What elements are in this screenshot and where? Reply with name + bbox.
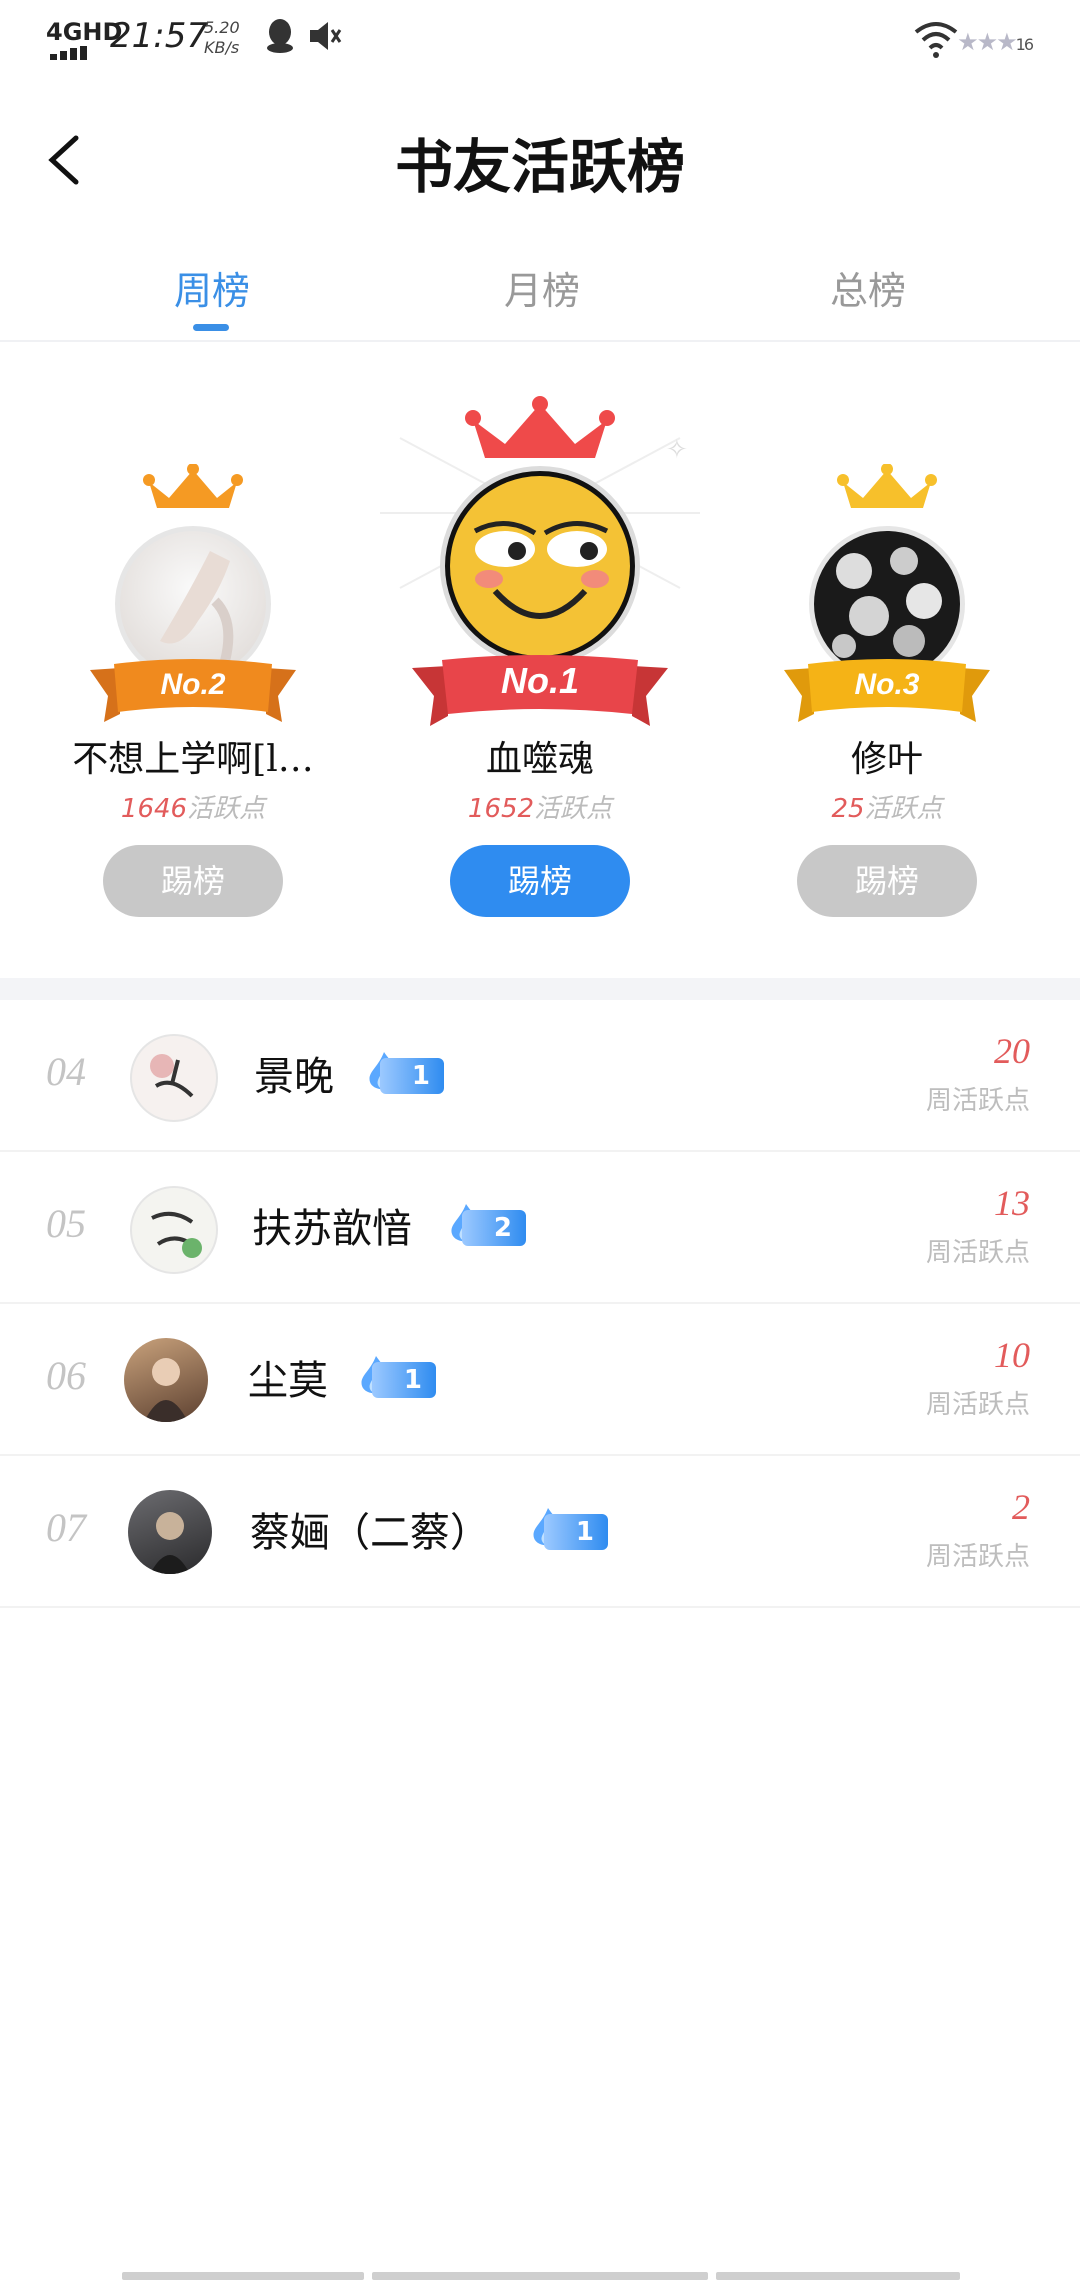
score-label: 周活跃点 — [925, 1542, 1030, 1572]
wifi-icon — [914, 20, 958, 60]
podium-rank-1: ✧ No.1 血噬魂 1652活跃点 踢榜 — [375, 340, 705, 980]
mute-icon — [306, 18, 342, 63]
podium-rank-2: No.2 不想上学啊[l… 1646活跃点 踢榜 — [28, 340, 358, 980]
rank-number: 07 — [46, 1505, 86, 1550]
crown-icon — [465, 396, 615, 458]
user-name: 尘莫 — [248, 1358, 328, 1404]
rank-number: 04 — [46, 1049, 86, 1094]
podium: No.2 不想上学啊[l… 1646活跃点 踢榜 ✧ No.1 血噬魂 1652… — [0, 340, 1080, 980]
list-item[interactable]: 07 蔡婳（二蔡） 1 2 周活跃点 — [0, 1456, 1080, 1608]
status-bar: 4GHD 21:57 5.20 KB/s ★★★16 — [0, 0, 1080, 80]
tab-indicator — [193, 324, 229, 331]
signal-icon — [50, 46, 96, 60]
podium-points: 1652活跃点 — [467, 794, 613, 824]
score-label: 周活跃点 — [925, 1238, 1030, 1268]
podium-rank-3: No.3 修叶 25活跃点 踢榜 — [722, 340, 1052, 980]
list-item[interactable]: 06 尘莫 1 10 周活跃点 — [0, 1304, 1080, 1456]
activity-badge: 1 — [528, 1508, 610, 1552]
activity-badge: 1 — [356, 1356, 438, 1400]
rank-number: 06 — [46, 1353, 86, 1398]
podium-points: 1646活跃点 — [120, 794, 266, 824]
podium-user-name: 血噬魂 — [485, 739, 594, 780]
svg-text:✧: ✧ — [666, 435, 688, 465]
avatar[interactable] — [130, 1186, 218, 1274]
user-name: 扶苏歆愔 — [252, 1206, 412, 1252]
app-header: 书友活跃榜 — [0, 100, 1080, 220]
score-value: 10 — [994, 1335, 1030, 1375]
tab-weekly[interactable]: 周榜 — [112, 260, 312, 315]
page-title: 书友活跃榜 — [394, 133, 685, 201]
rank-label: No.3 — [854, 668, 920, 701]
bottom-nav-hint — [0, 2268, 1080, 2280]
kick-button[interactable]: 踢榜 — [103, 845, 283, 917]
ranking-tabs: 周榜 月榜 总榜 — [0, 250, 1080, 342]
score-value: 2 — [1012, 1487, 1030, 1527]
podium-user-name: 修叶 — [850, 739, 923, 780]
avatar[interactable] — [130, 1034, 218, 1122]
kick-button[interactable]: 踢榜 — [450, 845, 630, 917]
list-item[interactable]: 05 扶苏歆愔 2 13 周活跃点 — [0, 1152, 1080, 1304]
tab-all-time[interactable]: 总榜 — [768, 260, 968, 315]
kick-button[interactable]: 踢榜 — [797, 845, 977, 917]
score-value: 13 — [994, 1183, 1030, 1223]
rank-label: No.2 — [160, 668, 226, 701]
rank-label: No.1 — [500, 660, 579, 701]
list-item[interactable]: 04 景晚 1 20 周活跃点 — [0, 1000, 1080, 1152]
avatar[interactable] — [124, 1338, 208, 1422]
score-label: 周活跃点 — [925, 1390, 1030, 1420]
score-value: 20 — [994, 1031, 1030, 1071]
avatar[interactable] — [128, 1490, 212, 1574]
avatar[interactable] — [440, 466, 640, 666]
tab-monthly[interactable]: 月榜 — [442, 260, 642, 315]
podium-user-name: 不想上学啊[l… — [72, 739, 314, 780]
user-name: 景晚 — [254, 1054, 334, 1100]
user-name: 蔡婳（二蔡） — [250, 1510, 490, 1556]
rank-number: 05 — [46, 1201, 86, 1246]
activity-badge: 2 — [446, 1204, 528, 1248]
section-divider — [0, 978, 1080, 1000]
clock: 21:57 — [110, 16, 208, 56]
battery-indicator: ★★★16 — [957, 28, 1034, 56]
qq-icon — [264, 18, 296, 63]
crown-icon — [143, 464, 243, 508]
network-speed: 5.20 KB/s — [204, 18, 240, 57]
crown-icon — [837, 464, 937, 508]
podium-points: 25活跃点 — [831, 794, 943, 824]
ranking-list: 04 景晚 1 20 周活跃点 05 扶苏歆愔 2 13 周活跃点 06 尘莫 — [0, 1000, 1080, 1608]
activity-badge: 1 — [364, 1052, 446, 1096]
score-label: 周活跃点 — [925, 1086, 1030, 1116]
